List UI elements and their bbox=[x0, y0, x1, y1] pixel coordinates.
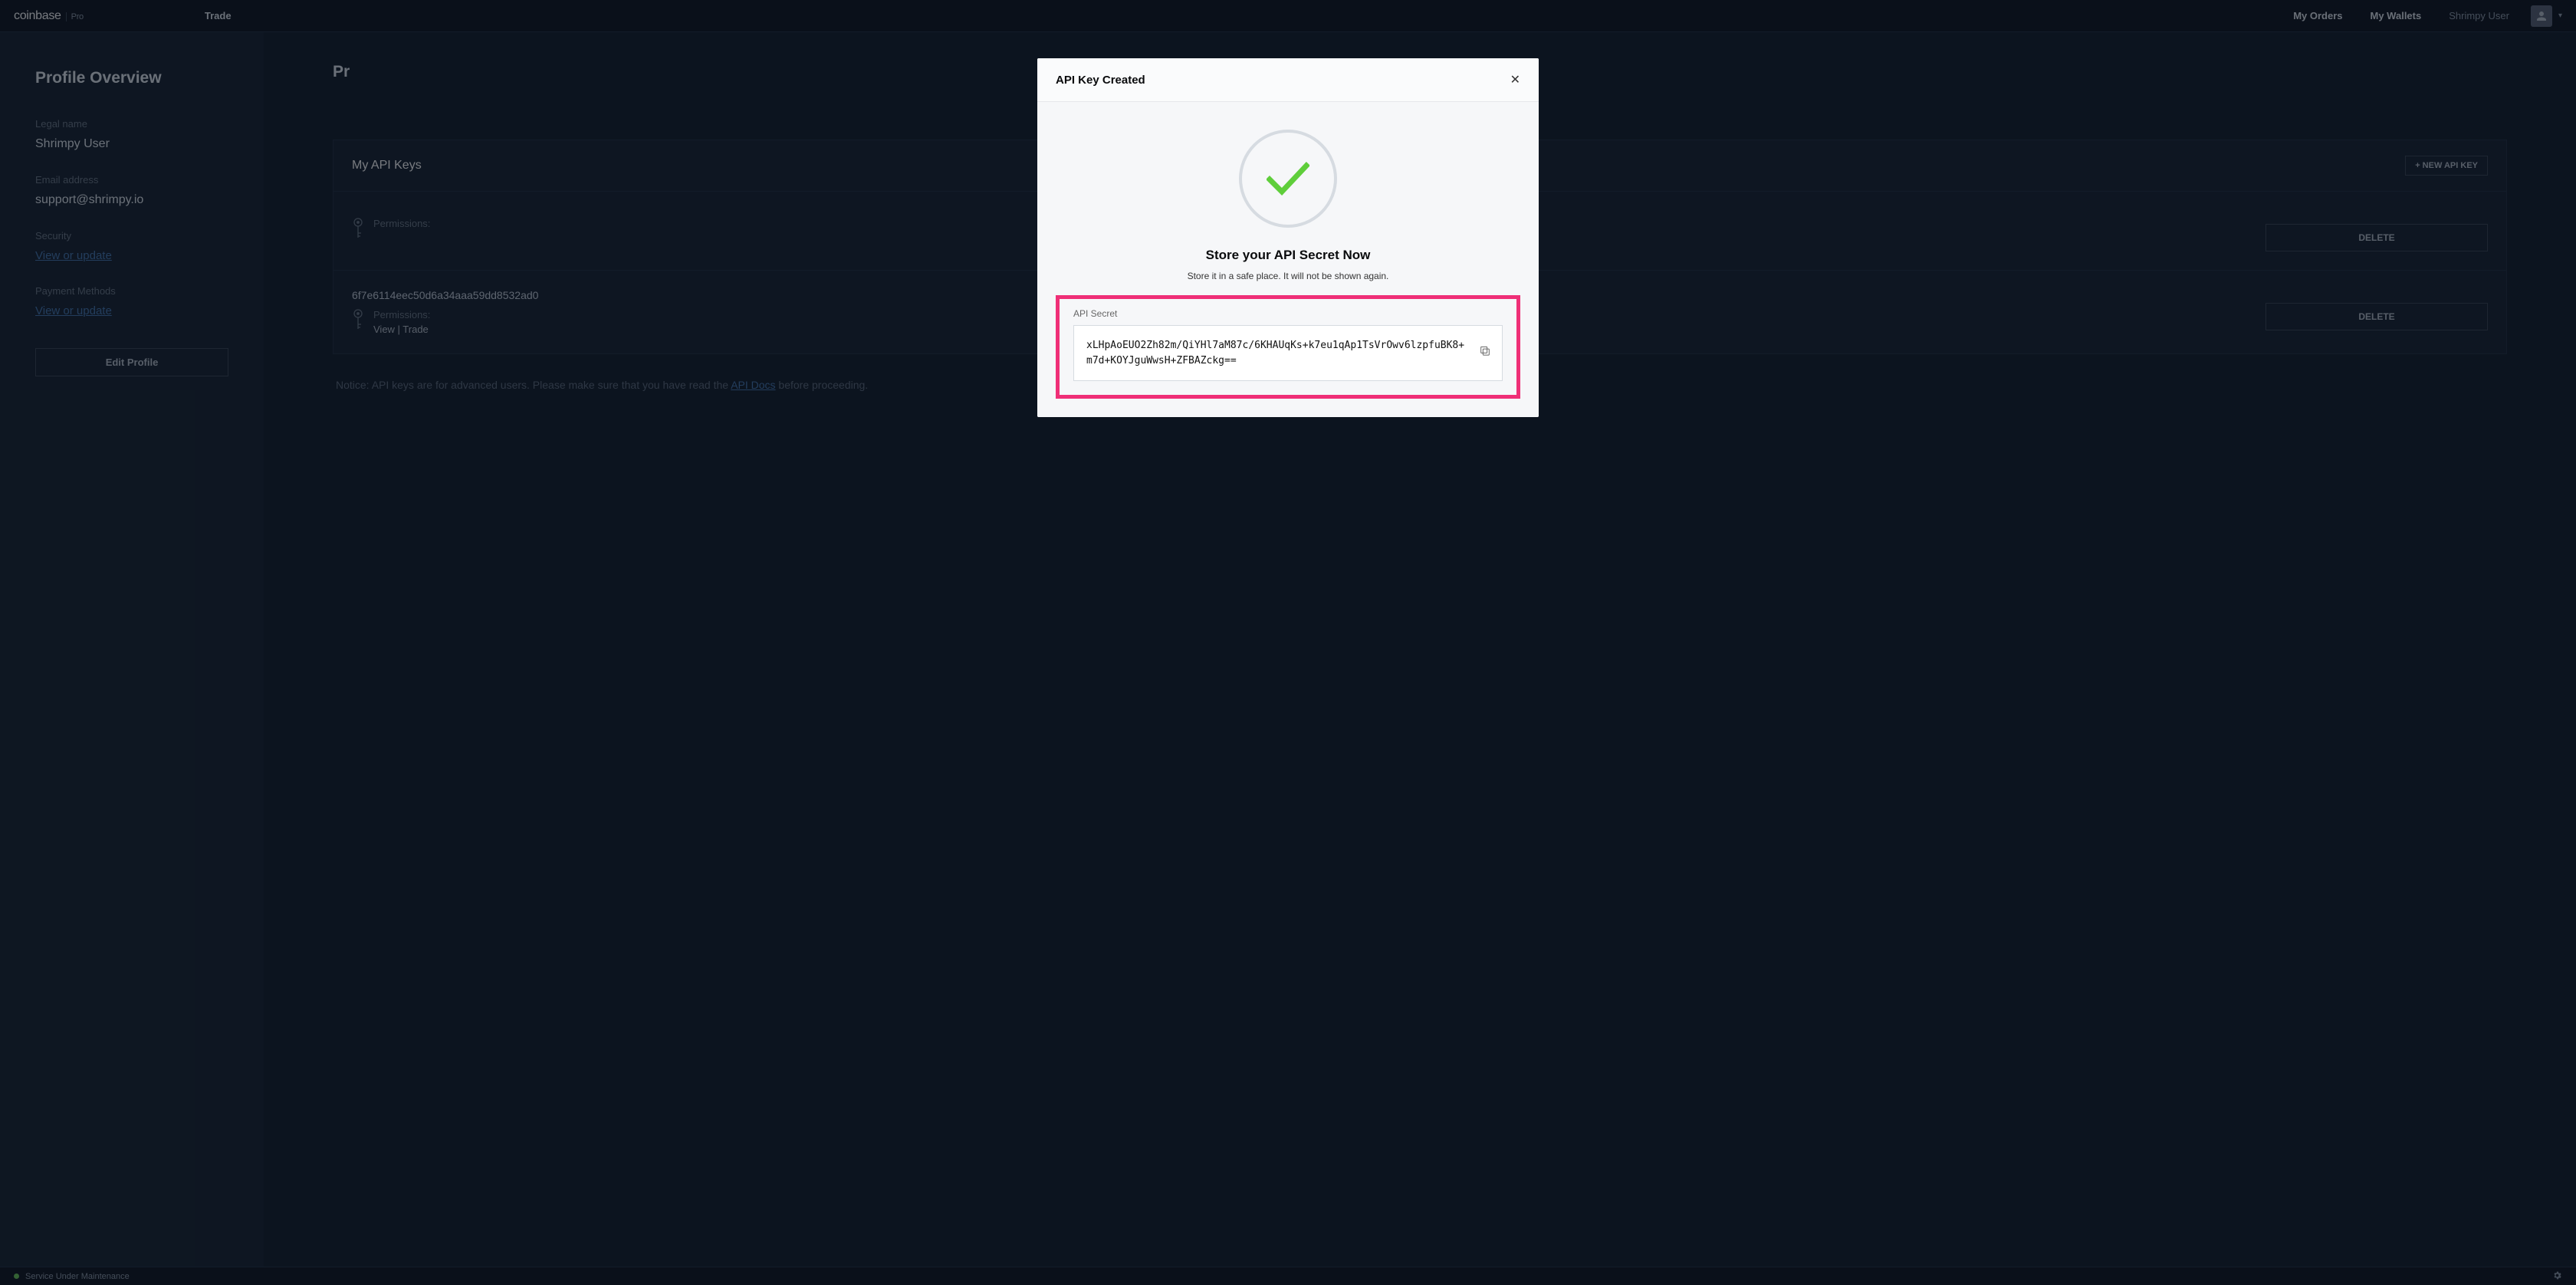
close-icon: ✕ bbox=[1510, 74, 1520, 87]
api-secret-highlight-box: API Secret xLHpAoEUO2Zh82m/QiYHl7aM87c/6… bbox=[1056, 295, 1520, 399]
modal-title: API Key Created bbox=[1056, 74, 1145, 87]
modal-overlay[interactable]: API Key Created ✕ Store your API Secret … bbox=[0, 0, 2576, 1285]
copy-icon[interactable] bbox=[1479, 344, 1491, 362]
modal-body: Store your API Secret Now Store it in a … bbox=[1037, 102, 1539, 417]
modal-sub: Store it in a safe place. It will not be… bbox=[1056, 271, 1520, 281]
modal-headline: Store your API Secret Now bbox=[1056, 248, 1520, 263]
success-check-icon bbox=[1239, 130, 1337, 228]
api-secret-value: xLHpAoEUO2Zh82m/QiYHl7aM87c/6KHAUqKs+k7e… bbox=[1086, 340, 1464, 366]
modal-close-button[interactable]: ✕ bbox=[1510, 72, 1520, 87]
api-key-created-modal: API Key Created ✕ Store your API Secret … bbox=[1037, 58, 1539, 417]
api-secret-label: API Secret bbox=[1073, 308, 1503, 319]
api-secret-field: xLHpAoEUO2Zh82m/QiYHl7aM87c/6KHAUqKs+k7e… bbox=[1073, 325, 1503, 381]
modal-header: API Key Created ✕ bbox=[1037, 58, 1539, 102]
